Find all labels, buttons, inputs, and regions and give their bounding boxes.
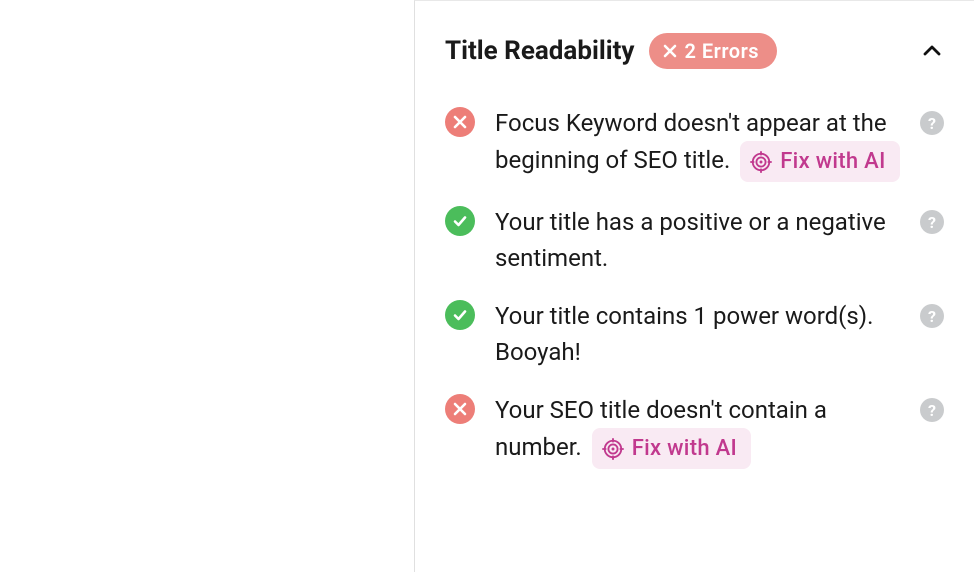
status-success-icon (445, 206, 475, 236)
check-item: Your title has a positive or a negative … (445, 204, 944, 276)
ai-target-icon (750, 151, 772, 173)
check-item: Your title contains 1 power word(s). Boo… (445, 298, 944, 370)
seo-panel: Title Readability 2 Errors Focus Keyword… (414, 0, 974, 572)
checks-list: Focus Keyword doesn't appear at the begi… (415, 87, 974, 511)
help-icon[interactable]: ? (920, 111, 944, 135)
check-item-body: Your SEO title doesn't contain a number.… (495, 392, 920, 469)
error-count-badge: 2 Errors (649, 33, 778, 69)
check-item-body: Your title contains 1 power word(s). Boo… (495, 298, 920, 370)
status-error-icon (445, 394, 475, 424)
error-count-text: 2 Errors (685, 39, 760, 63)
help-icon[interactable]: ? (920, 304, 944, 328)
chevron-up-icon[interactable] (920, 39, 944, 63)
help-icon[interactable]: ? (920, 398, 944, 422)
check-item-body: Focus Keyword doesn't appear at the begi… (495, 105, 920, 182)
section-title: Title Readability (445, 36, 635, 66)
ai-target-icon (602, 438, 624, 460)
check-item: Your SEO title doesn't contain a number.… (445, 392, 944, 469)
help-icon[interactable]: ? (920, 210, 944, 234)
fix-with-ai-button[interactable]: Fix with AI (740, 141, 899, 182)
fix-label: Fix with AI (780, 145, 885, 178)
x-icon (663, 44, 677, 58)
fix-with-ai-button[interactable]: Fix with AI (592, 428, 751, 469)
check-item: Focus Keyword doesn't appear at the begi… (445, 105, 944, 182)
status-error-icon (445, 107, 475, 137)
check-text: Your title has a positive or a negative … (495, 208, 886, 272)
fix-label: Fix with AI (632, 432, 737, 465)
status-success-icon (445, 300, 475, 330)
check-text: Your title contains 1 power word(s). Boo… (495, 302, 873, 366)
section-header[interactable]: Title Readability 2 Errors (415, 11, 974, 87)
check-item-body: Your title has a positive or a negative … (495, 204, 920, 276)
